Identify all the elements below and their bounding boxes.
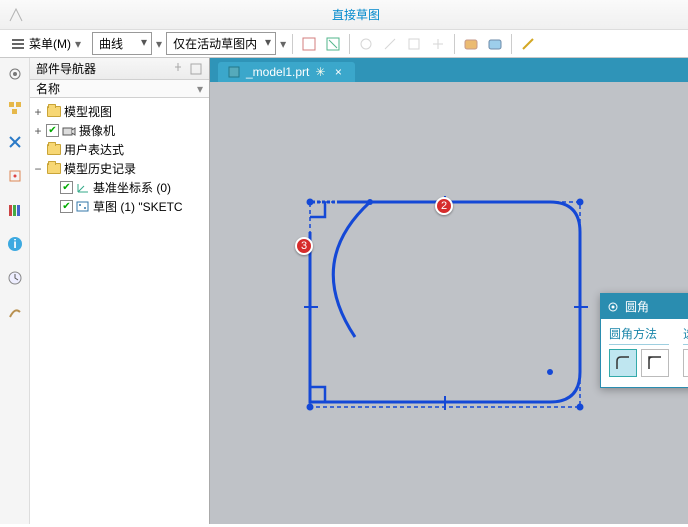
tree-item-camera[interactable]: + ✔ 摄像机 (32, 121, 207, 140)
ribbon-icon (8, 7, 24, 23)
separator (454, 34, 455, 54)
menu-icon (11, 37, 25, 51)
tool-icon-1[interactable] (299, 34, 319, 54)
folder-icon (46, 105, 62, 119)
chevron-down-icon[interactable]: ▾ (156, 37, 162, 51)
close-icon[interactable]: × (331, 65, 345, 79)
checkbox-icon[interactable]: ✔ (60, 181, 73, 194)
chevron-down-icon: ▾ (75, 37, 81, 51)
badge-3: 3 (295, 237, 313, 255)
tool-icon-2[interactable] (323, 34, 343, 54)
pin-icon[interactable] (171, 62, 185, 76)
tool-icon-6[interactable] (428, 34, 448, 54)
tree-item-sketch[interactable]: ✔ 草图 (1) "SKETC (32, 197, 207, 216)
constraint-icon[interactable] (5, 132, 25, 152)
datum-icon (75, 181, 91, 195)
info-icon[interactable]: i (5, 234, 25, 254)
navigator-header: 部件导航器 (30, 58, 209, 80)
delete-option[interactable] (683, 349, 688, 377)
main: i 部件导航器 名称 ▾ + 模型视图 + ✔ 摄像 (0, 58, 688, 524)
separator (349, 34, 350, 54)
gear-icon (607, 301, 619, 313)
tool-icon-3[interactable] (356, 34, 376, 54)
dialog-titlebar[interactable]: 圆角 ✕ (601, 294, 688, 319)
separator (511, 34, 512, 54)
left-icon-bar: i (0, 58, 30, 524)
camera-icon (61, 124, 77, 138)
fillet-method-group: 圆角方法 (609, 325, 669, 377)
navigator-title: 部件导航器 (36, 60, 96, 77)
tree: + 模型视图 + ✔ 摄像机 用户表达式 − 模型历史记录 ✔ (30, 98, 209, 220)
fillet-trim-option[interactable] (609, 349, 637, 377)
navigator-panel: 部件导航器 名称 ▾ + 模型视图 + ✔ 摄像机 (30, 58, 210, 524)
edit-icon[interactable] (518, 34, 538, 54)
fillet-dialog: 圆角 ✕ 圆角方法 选项 1 (600, 293, 688, 388)
checkbox-icon[interactable]: ✔ (46, 124, 59, 137)
assembly-icon[interactable] (5, 98, 25, 118)
fillet-options-group: 选项 1 (683, 325, 688, 377)
fillet-notrim-option[interactable] (641, 349, 669, 377)
library-icon[interactable] (5, 200, 25, 220)
chevron-down-icon[interactable]: ▾ (280, 37, 286, 51)
dialog-title: 圆角 (625, 298, 649, 315)
badge-2: 2 (435, 197, 453, 215)
tab-dirty: ✳ (315, 65, 325, 79)
expand-icon[interactable]: + (32, 124, 44, 138)
wireframe-icon[interactable] (485, 34, 505, 54)
history-icon[interactable] (5, 268, 25, 288)
tree-item-user-expr[interactable]: 用户表达式 (32, 140, 207, 159)
shade-icon[interactable] (461, 34, 481, 54)
navigator-column-header[interactable]: 名称 ▾ (30, 80, 209, 98)
gear-icon[interactable] (5, 64, 25, 84)
menu-bar: 菜单(M) ▾ 曲线 ▾ 仅在活动草图内 ▾ (0, 30, 688, 58)
tab-label: _model1.prt (246, 65, 309, 79)
tree-item-model-view[interactable]: + 模型视图 (32, 102, 207, 121)
tree-item-datum[interactable]: ✔ 基准坐标系 (0) (32, 178, 207, 197)
part-icon (228, 66, 240, 78)
chevron-down-icon: ▾ (197, 82, 203, 96)
collapse-icon[interactable] (189, 62, 203, 76)
ribbon: 直接草图 (0, 0, 688, 30)
expand-icon[interactable]: + (32, 105, 44, 119)
sketch-tool-icon[interactable] (5, 166, 25, 186)
canvas[interactable]: _model1.prt ✳ × (210, 58, 688, 524)
group-title: 选项 (683, 325, 688, 345)
document-tab[interactable]: _model1.prt ✳ × (218, 62, 355, 82)
menu-label: 菜单(M) (29, 35, 71, 52)
svg-text:i: i (13, 237, 16, 251)
group-title: 圆角方法 (609, 325, 669, 345)
menu-button[interactable]: 菜单(M) ▾ (4, 32, 88, 55)
separator (292, 34, 293, 54)
curve-dropdown[interactable]: 曲线 (92, 32, 152, 55)
folder-icon (46, 143, 62, 157)
tool-icon-4[interactable] (380, 34, 400, 54)
tab-bar: _model1.prt ✳ × (210, 58, 688, 82)
tree-item-history[interactable]: − 模型历史记录 (32, 159, 207, 178)
folder-icon (46, 162, 62, 176)
collapse-icon[interactable]: − (32, 162, 44, 176)
tool-icon-5[interactable] (404, 34, 424, 54)
checkbox-icon[interactable]: ✔ (60, 200, 73, 213)
sketch-icon (75, 200, 91, 214)
ribbon-subtitle: 直接草图 (32, 6, 680, 23)
sweep-icon[interactable] (5, 302, 25, 322)
filter-dropdown[interactable]: 仅在活动草图内 (166, 32, 276, 55)
